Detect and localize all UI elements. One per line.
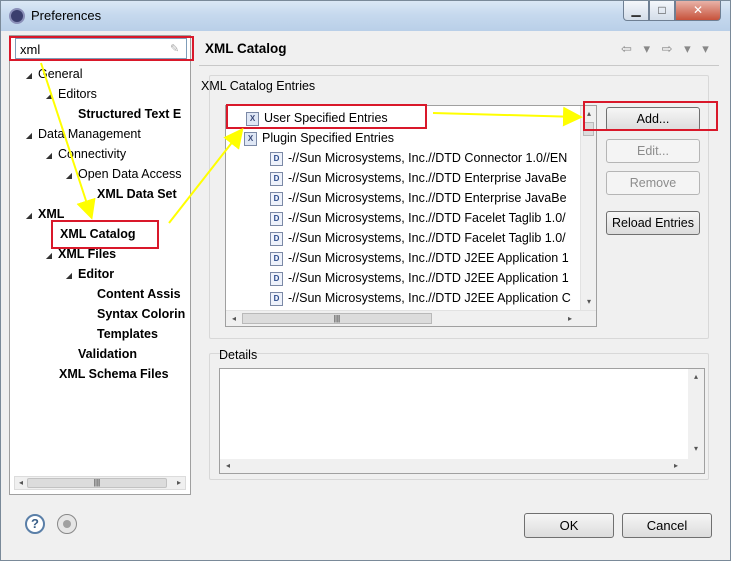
catalog-entry-row[interactable]: D -//Sun Microsystems, Inc.//DTD Enterpri… [270,168,567,188]
expand-twisty-icon[interactable]: ◢ [44,146,54,166]
catalog-entry-row[interactable]: D -//Sun Microsystems, Inc.//DTD Facelet … [270,228,566,248]
scroll-left-icon[interactable]: ◂ [15,477,27,489]
cancel-button[interactable]: Cancel [622,513,712,538]
scrollbar-thumb[interactable] [583,122,594,136]
title-bar: Preferences [1,1,730,31]
preferences-window: Preferences ▁ □ ✕ xml ✎ ◢ General ◢ Editor… [0,0,731,561]
minimize-button[interactable]: ▁ [623,1,649,21]
scrollbar-thumb[interactable]: ||| [242,313,432,324]
tree-item-xml-data-set[interactable]: XML Data Set [97,184,177,204]
dtd-file-icon: D [270,191,283,206]
scroll-up-icon[interactable]: ▴ [690,371,702,383]
scroll-up-icon[interactable]: ▴ [583,108,595,120]
preference-tree-pane: xml ✎ ◢ General ◢ Editors Structured Text … [9,35,191,495]
expand-twisty-icon[interactable]: ◢ [24,66,34,86]
record-macro-icon[interactable] [57,514,77,534]
edit-button[interactable]: Edit... [606,139,700,163]
clear-filter-icon[interactable]: ✎ [170,42,182,55]
dtd-file-icon: D [270,251,283,266]
details-vertical-scrollbar[interactable]: ▴ ▾ [688,369,704,473]
details-text-area[interactable]: ▴ ▾ ◂ ▸ [219,368,705,474]
expand-twisty-icon[interactable]: ◢ [24,206,34,226]
catalog-entry-row[interactable]: D -//Sun Microsystems, Inc.//DTD J2EE App… [270,248,569,268]
scroll-left-icon[interactable]: ◂ [228,313,240,325]
catalog-folder-icon: X [246,111,259,126]
eclipse-icon [9,8,25,24]
expand-twisty-icon[interactable]: ◢ [64,266,74,286]
tree-item-editors[interactable]: ◢ Editors [44,84,97,104]
catalog-folder-icon: X [244,131,257,146]
scroll-right-icon[interactable]: ▸ [670,460,682,472]
preference-page: XML Catalog ⇦ ▾ ⇨ ▾ ▾ XML Catalog Entrie… [195,35,725,490]
filter-input[interactable]: xml ✎ [15,38,187,59]
filter-input-value: xml [20,42,41,57]
catalog-entry-row[interactable]: D -//Sun Microsystems, Inc.//DTD Facelet … [270,208,566,228]
preference-tree: ◢ General ◢ Editors Structured Text E ◢ Dat… [10,64,190,484]
scroll-down-icon[interactable]: ▾ [583,296,595,308]
tree-item-editor[interactable]: ◢ Editor [64,264,114,284]
tree-item-structured-text[interactable]: Structured Text E [78,104,181,124]
tree-item-validation[interactable]: Validation [78,344,137,364]
tree-item-templates[interactable]: Templates [97,324,158,344]
reload-entries-button[interactable]: Reload Entries [606,211,700,235]
maximize-button[interactable]: □ [649,1,675,21]
page-title: XML Catalog [205,41,287,56]
details-horizontal-scrollbar[interactable]: ◂ ▸ [220,459,690,473]
tree-item-open-data-access[interactable]: ◢ Open Data Access [64,164,182,184]
scrollbar-thumb[interactable]: ||| [27,478,167,488]
entry-plugin-specified[interactable]: ◢ X Plugin Specified Entries [230,128,394,148]
catalog-entry-row[interactable]: D -//Sun Microsystems, Inc.//DTD Enterpri… [270,188,567,208]
catalog-entries-tree[interactable]: X User Specified Entries ◢ X Plugin Specifi… [225,105,597,327]
expand-twisty-icon[interactable]: ◢ [44,246,54,266]
catalog-entries-label: XML Catalog Entries [201,79,316,93]
expand-twisty-icon[interactable]: ◢ [24,126,34,146]
dtd-file-icon: D [270,291,283,306]
tree-item-xml[interactable]: ◢ XML [24,204,64,224]
expand-twisty-icon[interactable]: ◢ [64,166,74,186]
remove-button[interactable]: Remove [606,171,700,195]
catalog-entry-row[interactable]: D -//Sun Microsystems, Inc.//DTD Connecto… [270,148,567,168]
tree-item-xml-schema-files[interactable]: XML Schema Files [59,364,169,384]
details-label: Details [219,348,258,362]
entries-horizontal-scrollbar[interactable]: ◂ ||| ▸ [226,310,596,326]
tree-item-general[interactable]: ◢ General [24,64,83,86]
dtd-file-icon: D [270,271,283,286]
expand-twisty-icon[interactable]: ◢ [44,86,54,106]
entry-user-specified[interactable]: X User Specified Entries [230,108,388,128]
ok-button[interactable]: OK [524,513,614,538]
expand-twisty-icon[interactable]: ◢ [230,130,240,150]
window-title: Preferences [31,8,102,23]
history-nav-icons[interactable]: ⇦ ▾ ⇨ ▾ ▾ [621,41,713,57]
tree-item-syntax-coloring[interactable]: Syntax Colorin [97,304,185,324]
tree-item-data-management[interactable]: ◢ Data Management [24,124,141,144]
help-icon[interactable]: ? [25,514,45,534]
dtd-file-icon: D [270,211,283,226]
add-button[interactable]: Add... [606,107,700,131]
catalog-entry-row[interactable]: D -//Sun Microsystems, Inc.//DTD J2EE App… [270,268,569,288]
tree-item-xml-files[interactable]: ◢ XML Files [44,244,116,264]
close-button[interactable]: ✕ [675,1,721,21]
catalog-entry-row[interactable]: D -//Sun Microsystems, Inc.//DTD J2EE App… [270,288,571,308]
scroll-left-icon[interactable]: ◂ [222,460,234,472]
scroll-right-icon[interactable]: ▸ [173,477,185,489]
dtd-file-icon: D [270,151,283,166]
tree-item-xml-catalog[interactable]: XML Catalog [58,224,138,244]
header-divider [199,65,719,66]
scroll-down-icon[interactable]: ▾ [690,443,702,455]
dtd-file-icon: D [270,231,283,246]
scroll-right-icon[interactable]: ▸ [564,313,576,325]
dtd-file-icon: D [270,171,283,186]
tree-item-content-assist[interactable]: Content Assis [97,284,181,304]
entries-vertical-scrollbar[interactable]: ▴ ▾ [580,106,596,312]
tree-horizontal-scrollbar[interactable]: ◂ ||| ▸ [14,476,186,490]
tree-item-connectivity[interactable]: ◢ Connectivity [44,144,126,164]
